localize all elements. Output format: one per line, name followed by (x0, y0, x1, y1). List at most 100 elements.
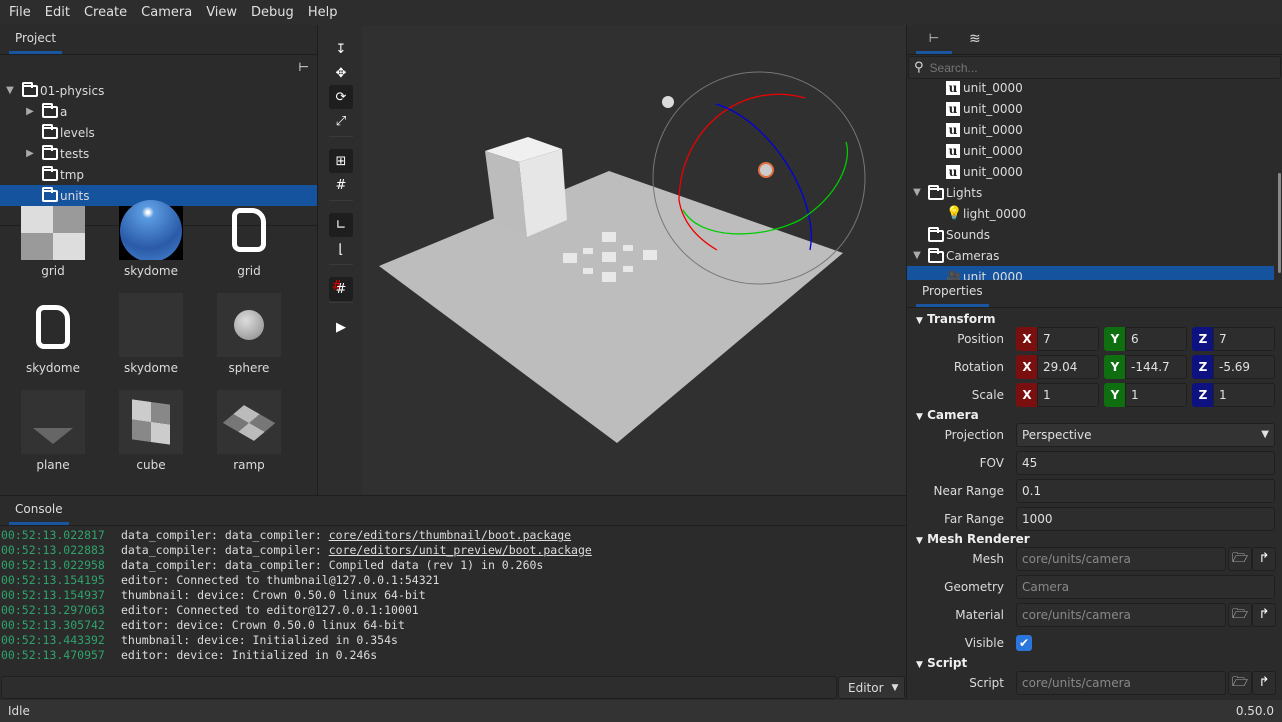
project-tree-item[interactable]: tmp (0, 164, 317, 185)
expander-open-icon[interactable]: ▼ (911, 187, 923, 198)
section-script[interactable]: ▼ Script (916, 656, 967, 670)
scale-x-field[interactable]: 1 (1037, 383, 1099, 407)
section-transform[interactable]: ▼ Transform (916, 312, 996, 326)
position-y-field[interactable]: 6 (1125, 327, 1187, 351)
visible-checkbox[interactable]: ✔ (1016, 635, 1032, 651)
tab-layers[interactable]: ≋ (969, 31, 981, 47)
rotation-y-field[interactable]: -144.7 (1125, 355, 1187, 379)
mesh-field[interactable]: core/units/camera (1016, 547, 1226, 571)
asset-thumbnail-file-icon[interactable] (217, 196, 281, 260)
asset-thumbnail-cube-mesh[interactable] (119, 390, 183, 454)
console-input[interactable] (1, 676, 837, 699)
play-tool-button[interactable]: ▶ (329, 315, 353, 339)
scrollbar[interactable] (1278, 173, 1281, 273)
near-range-field[interactable]: 0.1 (1016, 479, 1275, 503)
expander-closed-icon[interactable]: ▶ (24, 148, 36, 159)
tab-console[interactable]: Console (9, 496, 69, 525)
light-gizmo[interactable] (662, 96, 674, 108)
asset-label[interactable]: skydome (102, 361, 200, 375)
expander-closed-icon[interactable]: ▶ (24, 106, 36, 117)
script-browse-button[interactable]: 🗁 (1228, 671, 1252, 695)
asset-thumbnail-sphere-mesh[interactable] (217, 293, 281, 357)
move-tool-button[interactable]: ✥ (329, 61, 353, 85)
tab-project[interactable]: Project (9, 25, 63, 54)
geometry-field[interactable]: Camera (1016, 575, 1275, 599)
menu-edit[interactable]: Edit (38, 5, 77, 20)
log-link[interactable]: core/editors/thumbnail/boot.package (329, 528, 571, 543)
asset-label[interactable]: grid (200, 264, 298, 278)
tree-view-icon[interactable]: ⊢ (299, 60, 309, 74)
project-tree-item[interactable]: ▶ a (0, 101, 317, 122)
script-field[interactable]: core/units/camera (1016, 671, 1226, 695)
viewport[interactable] (318, 25, 906, 495)
projection-select[interactable]: Perspective ▼ (1016, 423, 1275, 447)
level-tree-item[interactable]: Sounds (907, 224, 1274, 245)
menu-file[interactable]: File (2, 5, 38, 20)
rotation-x-field[interactable]: 29.04 (1037, 355, 1099, 379)
menu-create[interactable]: Create (77, 5, 134, 20)
position-x-field[interactable]: 7 (1037, 327, 1099, 351)
section-camera[interactable]: ▼ Camera (916, 408, 979, 422)
expander-open-icon[interactable]: ▼ (911, 250, 923, 261)
menu-view[interactable]: View (199, 5, 244, 20)
asset-thumbnail-empty[interactable] (119, 293, 183, 357)
scene-view[interactable] (318, 25, 906, 495)
rotate-tool-button[interactable]: ⟳ (329, 85, 353, 109)
level-tree-item[interactable]: u unit_0000 (907, 161, 1274, 182)
snap-magnet-grid-tool-button[interactable]: # (329, 277, 353, 301)
menu-help[interactable]: Help (301, 5, 345, 20)
search-input[interactable] (929, 60, 1250, 75)
asset-label[interactable]: plane (4, 458, 102, 472)
rotation-z-field[interactable]: -5.69 (1213, 355, 1275, 379)
tree-item-label: unit_0000 (963, 101, 1023, 116)
place-tool-button[interactable]: ↧ (329, 37, 353, 61)
level-tree-item[interactable]: u unit_0000 (907, 140, 1274, 161)
asset-label[interactable]: cube (102, 458, 200, 472)
far-range-field[interactable]: 1000 (1016, 507, 1275, 531)
menu-debug[interactable]: Debug (244, 5, 301, 20)
asset-label[interactable]: sphere (200, 361, 298, 375)
asset-label[interactable]: grid (4, 264, 102, 278)
log-link[interactable]: core/editors/unit_preview/boot.package (329, 543, 592, 558)
grid-tool-button[interactable]: # (329, 173, 353, 197)
tab-properties[interactable]: Properties (916, 278, 989, 307)
level-tree-item[interactable]: 💡 light_0000 (907, 203, 1274, 224)
project-tree-item[interactable]: levels (0, 122, 317, 143)
expander-open-icon[interactable]: ▼ (4, 85, 16, 96)
project-tree-item[interactable]: ▶ tests (0, 143, 317, 164)
console-target-select[interactable]: Editor ▼ (838, 676, 905, 699)
tab-level-tree[interactable]: ⊢ (916, 25, 952, 54)
local-axes-tool-button[interactable]: ∟ (329, 213, 353, 237)
mesh-browse-button[interactable]: 🗁 (1228, 547, 1252, 571)
project-tree-item[interactable]: ▼ 01-physics (0, 80, 317, 101)
level-tree-item[interactable]: ▼ Lights (907, 182, 1274, 203)
asset-thumbnail-plane-mesh[interactable] (21, 390, 85, 454)
asset-thumbnail-ramp-mesh[interactable] (217, 390, 281, 454)
level-tree-item[interactable]: u unit_0000 (907, 98, 1274, 119)
fov-field[interactable]: 45 (1016, 451, 1275, 475)
scale-tool-button[interactable]: ⤢ (329, 109, 353, 133)
scale-y-field[interactable]: 1 (1125, 383, 1187, 407)
asset-label[interactable]: skydome (102, 264, 200, 278)
level-tree-item[interactable]: u unit_0000 (907, 77, 1274, 98)
menu-camera[interactable]: Camera (134, 5, 199, 20)
search-field[interactable]: ⚲ (908, 56, 1281, 79)
material-field[interactable]: core/units/camera (1016, 603, 1226, 627)
level-tree-item[interactable]: u unit_0000 (907, 119, 1274, 140)
asset-label[interactable]: skydome (4, 361, 102, 375)
camera-unit-selected[interactable] (758, 162, 774, 178)
material-reveal-button[interactable]: ↱ (1252, 603, 1276, 627)
asset-thumbnail-skydome-texture[interactable] (119, 196, 183, 260)
script-reveal-button[interactable]: ↱ (1252, 671, 1276, 695)
level-tree-item[interactable]: ▼ Cameras (907, 245, 1274, 266)
material-browse-button[interactable]: 🗁 (1228, 603, 1252, 627)
section-mesh[interactable]: ▼ Mesh Renderer (916, 532, 1030, 546)
asset-thumbnail-file-icon[interactable] (21, 293, 85, 357)
world-axes-tool-button[interactable]: ⌊ (329, 237, 353, 261)
snap-to-grid-tool-button[interactable]: ⊞ (329, 149, 353, 173)
position-z-field[interactable]: 7 (1213, 327, 1275, 351)
mesh-reveal-button[interactable]: ↱ (1252, 547, 1276, 571)
asset-label[interactable]: ramp (200, 458, 298, 472)
asset-thumbnail-grid-texture[interactable] (21, 196, 85, 260)
scale-z-field[interactable]: 1 (1213, 383, 1275, 407)
